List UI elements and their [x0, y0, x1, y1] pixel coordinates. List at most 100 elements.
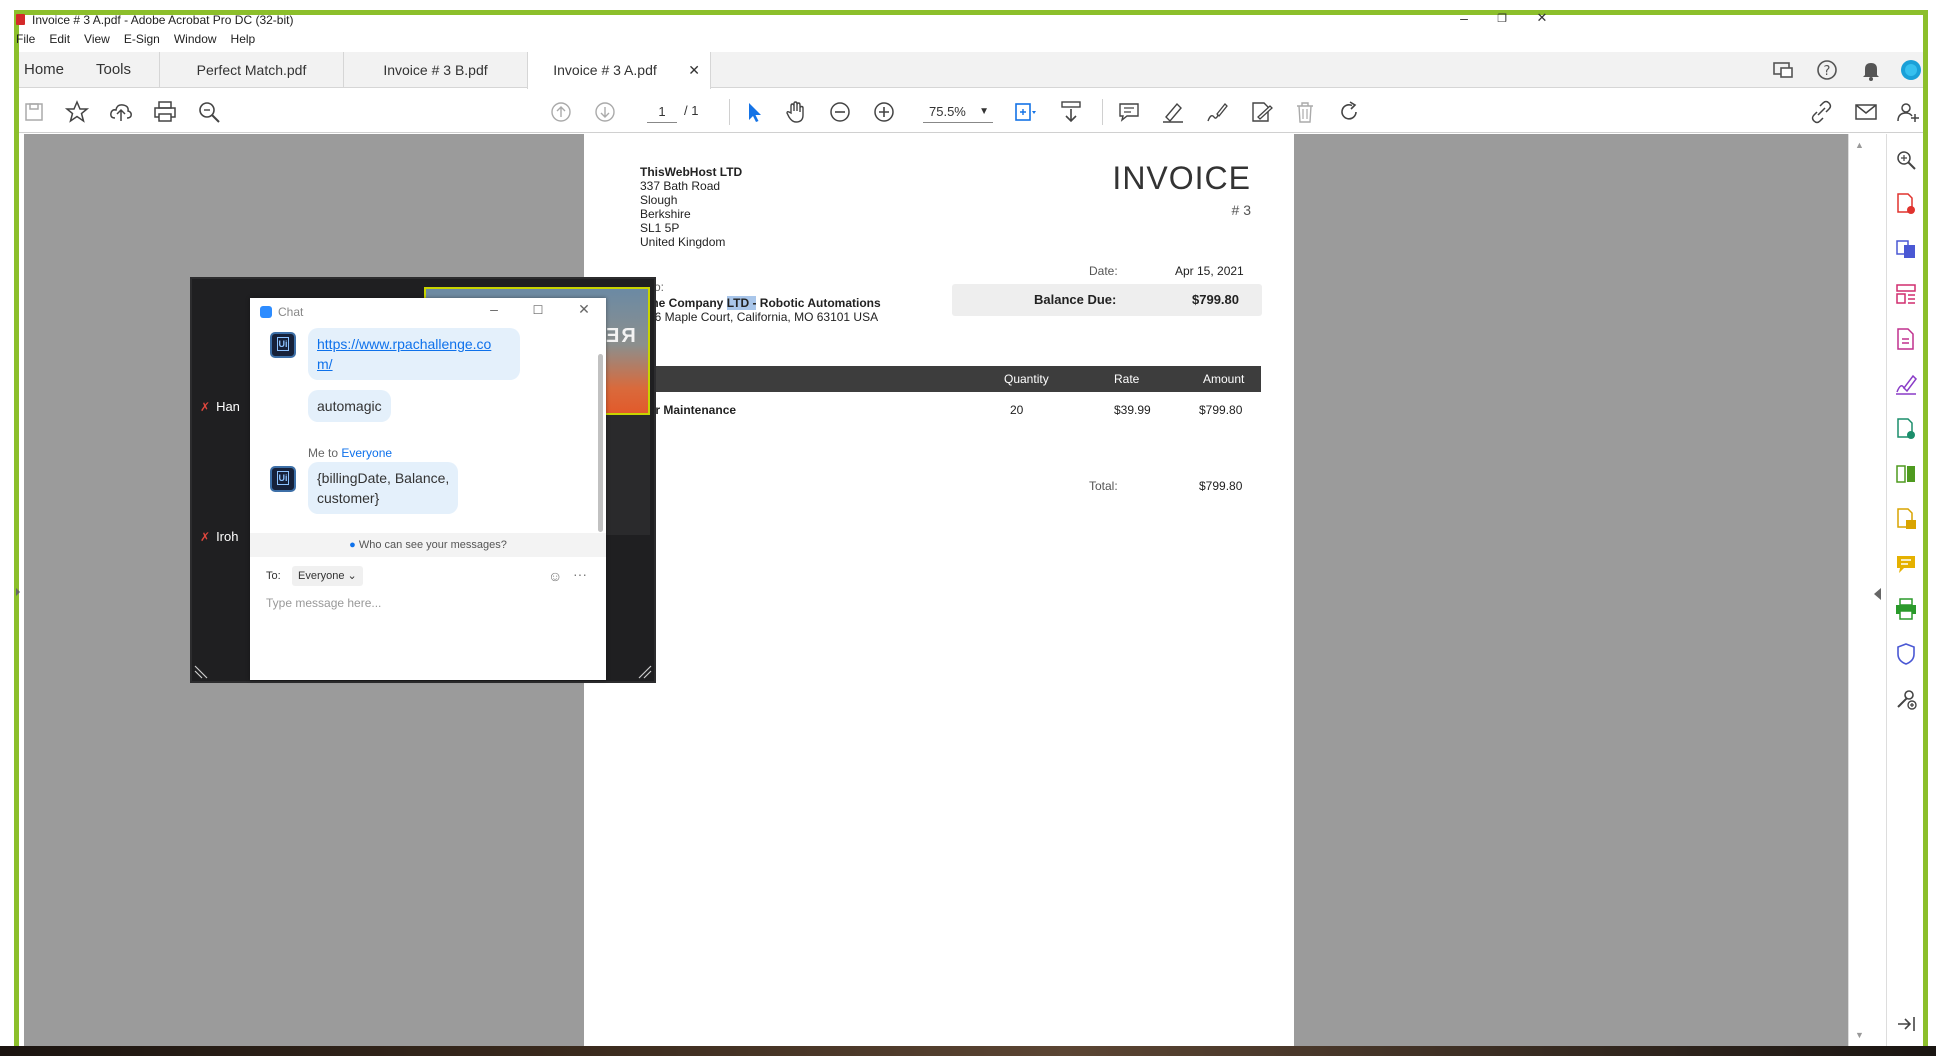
previous-page-icon[interactable]: [548, 99, 574, 125]
item-rate: $39.99: [1114, 403, 1151, 417]
company-name: ThisWebHost LTD: [640, 165, 743, 179]
close-tab-icon[interactable]: ✕: [688, 52, 700, 88]
tab-invoice-b[interactable]: Invoice # 3 B.pdf: [343, 52, 527, 88]
menu-window[interactable]: Window: [174, 32, 217, 50]
link-share-icon[interactable]: [1809, 99, 1835, 125]
bell-icon[interactable]: [1859, 58, 1883, 82]
chat-close-icon[interactable]: ✕: [572, 301, 596, 318]
restore-button[interactable]: ❐: [1482, 12, 1522, 25]
chat-title-bar[interactable]: Chat – ☐ ✕: [250, 298, 606, 324]
menu-help[interactable]: Help: [231, 32, 256, 50]
zoom-level-select[interactable]: 75.5% ▼: [923, 101, 993, 123]
scroll-mode-icon[interactable]: [1058, 99, 1084, 125]
sign-icon[interactable]: [1204, 99, 1230, 125]
print-icon[interactable]: [152, 99, 178, 125]
menu-edit[interactable]: Edit: [49, 32, 70, 50]
me-to-label: Me to: [308, 446, 339, 460]
chat-minimize-icon[interactable]: –: [482, 301, 506, 317]
expand-left-panel-icon[interactable]: [16, 588, 20, 596]
dropdown-arrow-icon: ▼: [979, 106, 989, 117]
message-recipient-line: Me to Everyone: [308, 446, 392, 460]
cloud-upload-icon[interactable]: [108, 99, 134, 125]
email-icon[interactable]: [1853, 99, 1879, 125]
chat-window[interactable]: Chat – ☐ ✕ Ui https://www.rpachallenge.c…: [250, 298, 606, 680]
fill-sign-icon[interactable]: [1894, 372, 1918, 396]
customer-address: 16 Maple Court, California, MO 63101 USA: [648, 310, 879, 324]
edit-document-icon[interactable]: [1894, 327, 1918, 351]
item-description: ver Maintenance: [642, 403, 737, 417]
protect-icon[interactable]: [1894, 642, 1918, 666]
vertical-scrollbar[interactable]: ▲ ▼: [1848, 134, 1870, 1046]
edit-pdf-icon[interactable]: [1248, 99, 1274, 125]
collapse-right-panel-icon[interactable]: [1874, 588, 1881, 600]
share-screen-icon[interactable]: [1771, 58, 1795, 82]
tab-bar: Home Tools Perfect Match.pdf Invoice # 3…: [19, 52, 1923, 89]
fit-page-icon[interactable]: [1012, 99, 1038, 125]
zoom-in-icon[interactable]: [871, 99, 897, 125]
resize-handle-icon[interactable]: [638, 665, 652, 679]
chat-maximize-icon[interactable]: ☐: [526, 303, 550, 317]
menu-view[interactable]: View: [84, 32, 110, 50]
address-line: Slough: [640, 193, 678, 207]
more-options-icon[interactable]: ···: [573, 566, 587, 582]
menu-esign[interactable]: E-Sign: [124, 32, 160, 50]
emoji-icon[interactable]: ☺: [548, 568, 562, 584]
tab-home[interactable]: Home: [24, 61, 64, 78]
hand-tool-icon[interactable]: [783, 99, 809, 125]
zoom-out-icon[interactable]: [827, 99, 853, 125]
tab-perfect-match[interactable]: Perfect Match.pdf: [159, 52, 343, 88]
address-line: SL1 5P: [640, 221, 680, 235]
compare-files-icon[interactable]: [1894, 462, 1918, 486]
divider: [729, 99, 730, 125]
help-icon[interactable]: ?: [1815, 58, 1839, 82]
send-for-signature-icon[interactable]: [1894, 417, 1918, 441]
chat-link[interactable]: https://www.rpachallenge.co m/: [317, 336, 491, 372]
quantity-header: Quantity: [1004, 372, 1049, 386]
recipient-select[interactable]: Everyone ⌄: [292, 566, 363, 586]
pdf-icon: [16, 14, 25, 25]
comment-icon[interactable]: [1116, 99, 1142, 125]
avatar-icon[interactable]: [1899, 58, 1923, 82]
chat-scrollbar[interactable]: [598, 354, 603, 532]
to-label: To:: [266, 570, 281, 582]
organize-pages-icon[interactable]: [1894, 282, 1918, 306]
menu-file[interactable]: File: [16, 32, 35, 50]
select-cursor-icon[interactable]: [741, 99, 767, 125]
add-user-icon[interactable]: [1895, 99, 1921, 125]
page-number-input[interactable]: 1: [647, 101, 677, 123]
scroll-up-icon[interactable]: ▲: [1855, 140, 1864, 150]
create-pdf-icon[interactable]: [1894, 192, 1918, 216]
video-text: RE: [604, 325, 636, 347]
star-icon[interactable]: [64, 99, 90, 125]
minimize-button[interactable]: –: [1444, 10, 1484, 26]
collapse-pane-icon[interactable]: [1894, 1012, 1918, 1036]
tab-invoice-a[interactable]: Invoice # 3 A.pdf ✕: [527, 52, 711, 89]
who-can-see-link[interactable]: ● Who can see your messages?: [250, 533, 606, 557]
tab-tools[interactable]: Tools: [96, 61, 131, 78]
message-input[interactable]: Type message here...: [266, 596, 381, 610]
save-icon[interactable]: [21, 99, 47, 125]
invoice-title: INVOICE: [1112, 160, 1251, 196]
search-zoom-icon[interactable]: [196, 99, 222, 125]
muted-mic-icon: ✗: [200, 530, 211, 544]
print-production-icon[interactable]: [1894, 597, 1918, 621]
close-window-button[interactable]: ✕: [1522, 10, 1562, 26]
tools-pane: [1886, 134, 1923, 1046]
zoom-search-icon[interactable]: [1894, 148, 1918, 172]
avatar-initials: Ui: [277, 337, 289, 351]
chat-message: https://www.rpachallenge.co m/: [308, 328, 520, 380]
sender-avatar: Ui: [270, 332, 296, 358]
next-page-icon[interactable]: [592, 99, 618, 125]
svg-text:?: ?: [1824, 64, 1831, 79]
highlight-icon[interactable]: [1160, 99, 1186, 125]
trash-icon[interactable]: [1292, 99, 1318, 125]
resize-handle-icon[interactable]: [194, 665, 208, 679]
scroll-down-icon[interactable]: ▼: [1855, 1030, 1864, 1040]
export-pdf-icon[interactable]: [1894, 237, 1918, 261]
more-tools-icon[interactable]: [1894, 687, 1918, 711]
scan-ocr-icon[interactable]: [1894, 507, 1918, 531]
rotate-icon[interactable]: [1336, 99, 1362, 125]
comment-tool-icon[interactable]: [1894, 552, 1918, 576]
amount-header: Amount: [1203, 372, 1245, 386]
chat-message: {billingDate, Balance, customer}: [308, 462, 459, 514]
